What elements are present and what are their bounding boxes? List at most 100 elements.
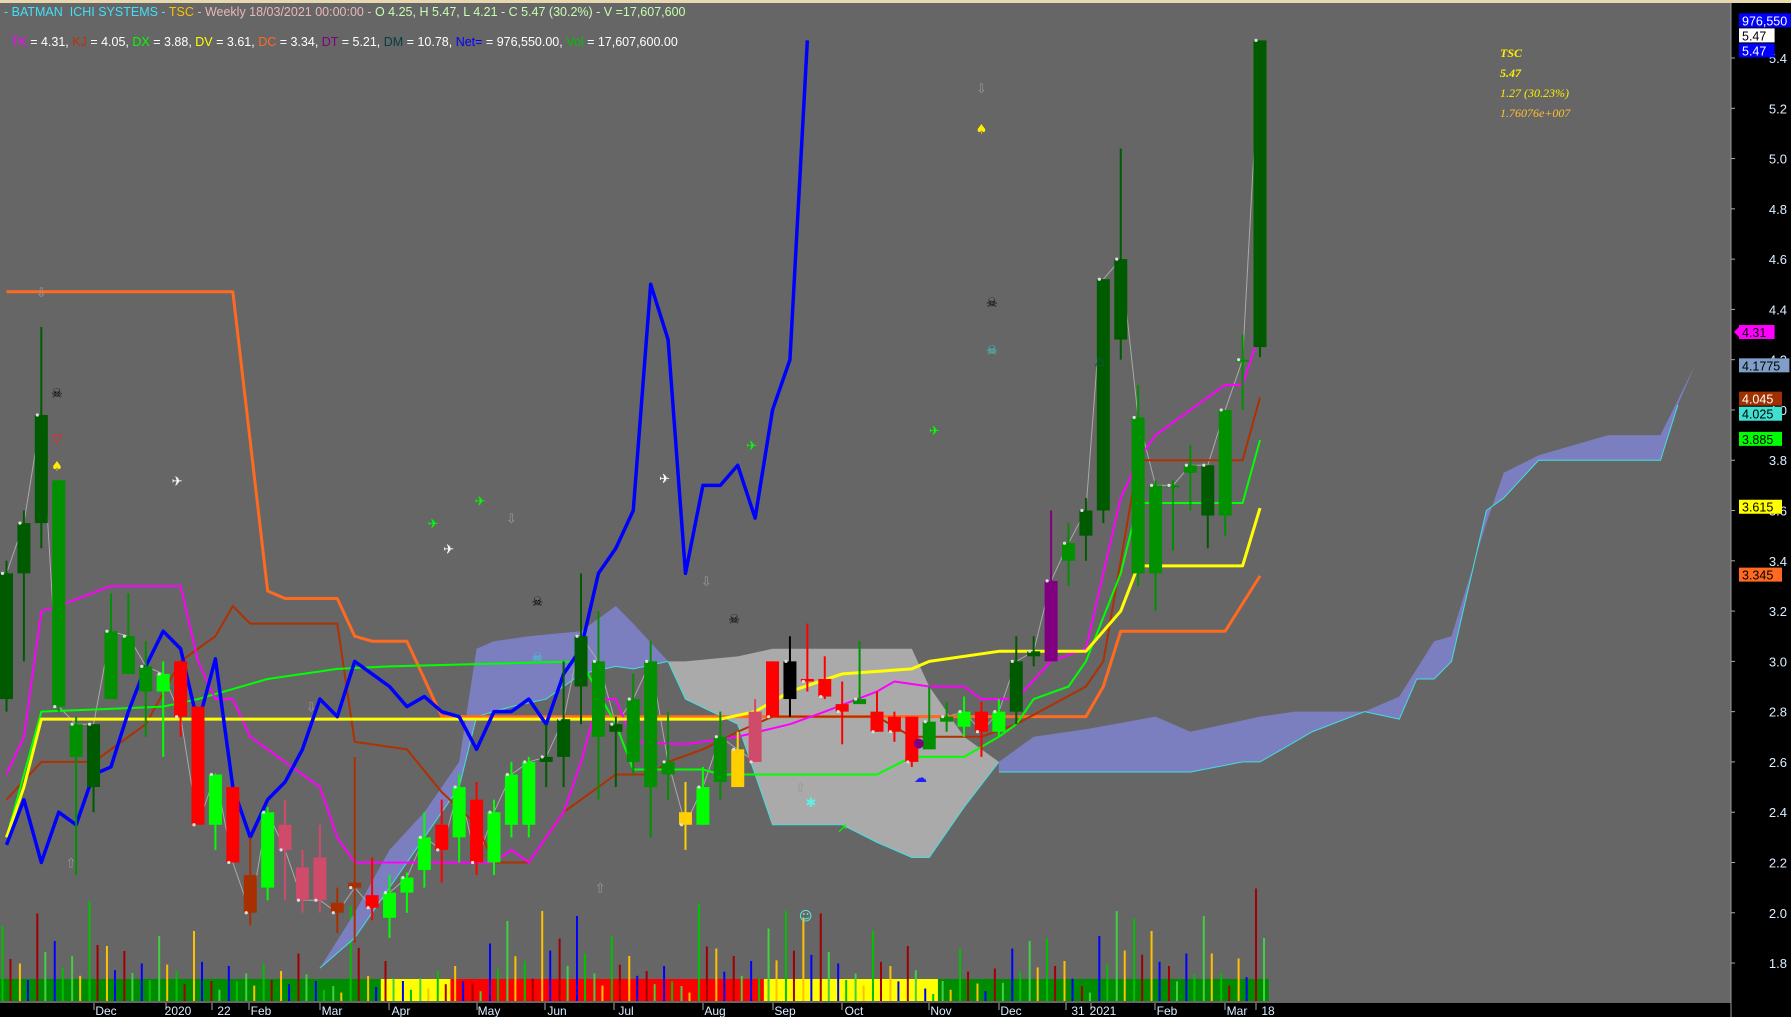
close-dot <box>1167 483 1171 487</box>
close-dot <box>1028 649 1032 653</box>
price-chart[interactable]: ☠▽♠✈✈✈✈✈✈✈⇩⇩⇩⇩⇩⇧⇧⇧☠☠☠☠☠♠△☁●✱↗☺ 5.45.25.0… <box>0 0 1791 1017</box>
plane-icon: ✈ <box>659 472 670 487</box>
candle-body <box>365 895 379 908</box>
x-tick-label: Apr <box>392 1004 411 1017</box>
arrow-down-icon: ⇩ <box>976 82 987 97</box>
candle-body <box>957 711 971 727</box>
y-tick-label: 3.0 <box>1769 654 1787 669</box>
arrow-down-icon: ⇩ <box>701 575 712 590</box>
candle-body <box>504 774 518 825</box>
dv-value: = 3.61, <box>212 35 259 49</box>
close-dot <box>401 875 405 880</box>
trend-band-segment <box>763 979 956 1001</box>
candle-body <box>557 719 571 757</box>
close-dot <box>923 720 927 724</box>
y-tick-label: 3.4 <box>1769 554 1787 569</box>
close-dot <box>766 715 771 719</box>
candle-body <box>574 636 588 687</box>
candle-body <box>470 799 484 863</box>
close-dot <box>1254 38 1258 43</box>
candle-body <box>208 774 222 825</box>
close-dot <box>18 521 22 525</box>
y-tick-label: 4.4 <box>1769 302 1787 317</box>
plane-icon: ✈ <box>172 474 183 489</box>
candle-body <box>400 877 414 893</box>
system-name: - BATMAN ICHI SYSTEMS - <box>4 5 169 19</box>
candle-body <box>261 812 275 888</box>
candle-body <box>278 824 292 850</box>
price-badge: 976,550 <box>1739 13 1791 28</box>
close-dot <box>784 659 788 663</box>
close-dot <box>575 634 579 638</box>
candle-body <box>626 699 640 762</box>
close-dot <box>853 697 858 701</box>
close-dot <box>610 722 614 726</box>
close-dot <box>819 694 823 699</box>
info-price: 5.47 <box>1500 66 1521 80</box>
x-tick-label: Dec <box>95 1004 116 1017</box>
x-tick-label: Dec <box>1000 1004 1021 1017</box>
close-dot <box>331 911 335 915</box>
close-dot <box>871 730 875 734</box>
candle-body <box>174 661 188 717</box>
net-value: = 976,550.00, <box>482 35 567 49</box>
badge-text: 4.025 <box>1742 408 1773 422</box>
close-dot <box>540 755 544 759</box>
plane-icon: ✈ <box>746 439 757 454</box>
close-dot <box>906 760 910 764</box>
badge-text: 3.615 <box>1742 501 1773 515</box>
close-dot <box>958 710 962 714</box>
price-badge: 5.47 <box>1739 43 1775 58</box>
x-tick-label: Feb <box>1157 1004 1178 1017</box>
dx-value: = 3.88, <box>149 35 196 49</box>
candle-body <box>330 902 344 913</box>
candle-body <box>922 721 936 750</box>
candle-body <box>818 678 832 697</box>
candle-body <box>887 716 901 732</box>
bomb-icon: ● <box>913 736 924 751</box>
candle-body <box>383 892 397 918</box>
close-dot <box>53 705 57 709</box>
close-dot <box>1132 415 1136 420</box>
x-tick-label: Jul <box>618 1004 633 1017</box>
candle-body <box>1009 661 1023 712</box>
chart-header-line2: TK = 4.31, KJ = 4.05, DX = 3.88, DV = 3.… <box>4 21 678 49</box>
close-dot <box>262 810 266 814</box>
dv-label: DV <box>195 35 213 49</box>
net-label: Net= <box>455 35 483 49</box>
skull-icon: ☠ <box>986 296 998 311</box>
triangle-down-icon: ▽ <box>52 432 62 447</box>
info-volume: 1.76076e+007 <box>1500 106 1571 120</box>
close-dot <box>175 715 179 719</box>
x-tick-label: Nov <box>930 1004 951 1017</box>
candle-body <box>226 787 240 863</box>
vol-value: = 17,607,600.00 <box>583 35 678 49</box>
close-dot <box>679 823 684 827</box>
close-dot <box>296 898 301 902</box>
candle <box>1253 38 1267 358</box>
candle-body <box>417 837 431 871</box>
badge-text: 3.885 <box>1742 433 1773 447</box>
close-dot <box>140 664 144 668</box>
candle-body <box>1149 485 1163 574</box>
close-dot <box>801 679 805 684</box>
dc-value: = 3.34, <box>276 35 322 49</box>
candle-body <box>1131 417 1145 574</box>
price-badge: 3.345 <box>1739 567 1782 583</box>
y-tick-label: 2.0 <box>1769 906 1787 921</box>
candle-body <box>295 867 309 901</box>
y-tick-label: 3.2 <box>1769 604 1787 619</box>
spade-icon: ♠ <box>976 122 988 137</box>
close-dot <box>1149 483 1154 487</box>
close-dot <box>70 722 74 726</box>
candle-body <box>591 661 605 737</box>
candle-body <box>1062 543 1076 561</box>
x-tick-label: 22 <box>217 1004 231 1017</box>
candle-body <box>69 724 83 757</box>
arrow-up-icon: ⇧ <box>795 781 806 796</box>
symbol: TSC <box>168 5 194 19</box>
skull-icon: ☠ <box>51 386 63 401</box>
candle-body <box>644 661 658 788</box>
candle-body <box>766 661 780 717</box>
plane-icon: ✈ <box>443 542 454 557</box>
